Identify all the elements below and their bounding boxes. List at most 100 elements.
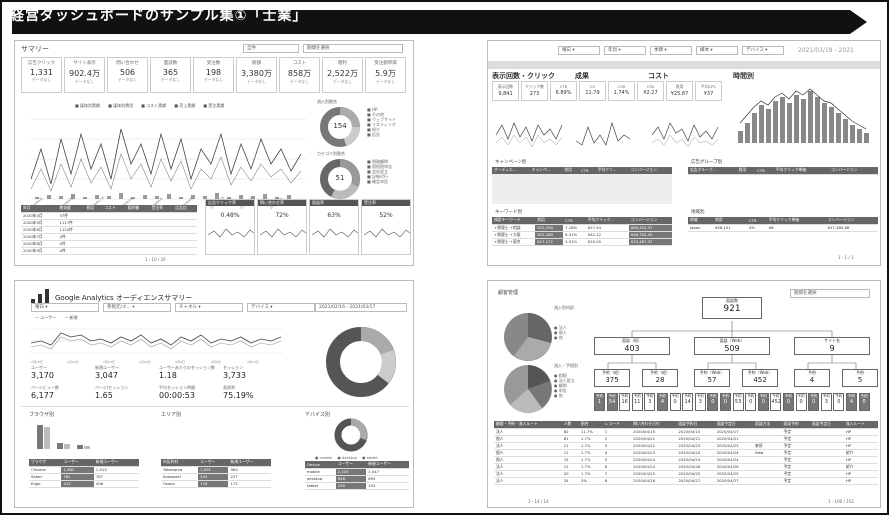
table-row[interactable]: Chrome 1,982 1,913 (29, 466, 139, 474)
table-header-cell[interactable]: 問い合わせ日付 (631, 421, 677, 429)
table-header-cell[interactable]: 総流量 (57, 205, 85, 213)
table-row[interactable]: 個人 12 1.7% 4 2020/04/23 2020/04/24 2020/04/24 W… (494, 449, 878, 457)
table-header-cell[interactable]: 検索キーワード (492, 217, 536, 225)
table-header-cell[interactable]: 顧客・予約・流入ルート (494, 421, 562, 429)
table-header-cell[interactable]: 面談方法 (753, 421, 782, 429)
p4-filter-date[interactable]: 期間を選択 (790, 289, 870, 298)
table-header-cell[interactable]: 市区町村 (161, 459, 199, 467)
table-row[interactable]: 個人 15 1.7% 5 2020/04/24 2020/04/24 2020/04/24 予… (494, 456, 878, 464)
table-row[interactable]: 法人 34 3% 8 2020/04/26 2020/04/27 2020/04/27 予定 H… (494, 477, 878, 485)
p1-filter-all[interactable]: 全件 (243, 44, 299, 53)
p1-filter-date[interactable]: 期間を選択 (303, 44, 403, 53)
table-row[interactable]: Edge 412 406 (29, 480, 139, 488)
table-row[interactable]: +税理士 +大阪 ¥22,280 8.31% ¥42.12 ¥48,702.45 (492, 231, 672, 239)
kpi-card-value: 365 (162, 68, 179, 77)
table-row[interactable]: 2020年4月 37件 (21, 212, 197, 220)
table-row[interactable]: +税理士 +相談 ¥22,230 7.18% ¥27.44 ¥85,452.37 (492, 224, 672, 232)
table-row[interactable]: 法人 20 1.7% 7 2020/04/25 2020/04/25 2020/04/25 予… (494, 470, 878, 478)
table-row[interactable]: 法人 12 1.7% 6 2020/04/24 2020/04/26 2020/04/26 予… (494, 463, 878, 471)
table-header-cell[interactable]: 費用 (736, 167, 756, 175)
table-header-cell[interactable]: 費用 (562, 167, 579, 175)
table-header-cell[interactable]: 地域 (688, 217, 714, 225)
table-row[interactable]: Yokohama 1,001 964 (161, 466, 271, 474)
table-header-cell[interactable]: ユーザー (198, 459, 229, 467)
p2-filter[interactable]: 季節 ▾ (650, 46, 692, 55)
p2-filter[interactable]: 曜日 ▾ (558, 46, 600, 55)
rate-subpanel-title: 問い合わせ率 (258, 200, 306, 206)
table-row[interactable]: Kawasaki 243 237 (161, 473, 271, 481)
table-header-cell[interactable]: 平均クリック単価 (773, 167, 829, 175)
table-header-cell[interactable]: 新規ユーザー (93, 459, 139, 467)
table-header-cell[interactable]: 平均クリック... (585, 217, 629, 225)
p3-filter[interactable]: 曜日 ▾ (31, 303, 99, 312)
table-row[interactable]: +税理士 +東京 ¥17,172 4.51% ¥25.00 ¥23,487.37 (492, 238, 672, 246)
p1-pager[interactable]: 1 - 10 / 20 (145, 257, 166, 262)
table-header-cell[interactable]: ユーザー (61, 459, 94, 467)
table-header-cell[interactable]: ブラウザ (29, 459, 62, 467)
table-cell: 3% (578, 477, 603, 485)
table-header-cell[interactable]: 新規ユーザー (366, 461, 409, 469)
table-cell: 2020/04/17 (714, 428, 754, 436)
table-header-cell[interactable]: コンバージョン (628, 167, 672, 175)
p3-filter[interactable]: デバイス ▾ (247, 303, 315, 312)
table-header-cell[interactable]: 新規ユーザー (228, 459, 271, 467)
table-header-cell[interactable]: CTR (563, 217, 586, 225)
table-header-cell[interactable]: 面談予定日 (714, 421, 754, 429)
table-row[interactable]: 2020年7月 4件 (21, 233, 197, 241)
table-header-cell[interactable]: 面談予約 (781, 421, 810, 429)
table-header-cell[interactable]: 年月 (21, 205, 58, 213)
table-header-cell[interactable]: CTR (578, 167, 596, 175)
kpi-card-sub: データなし (75, 79, 94, 84)
p3-date-filter[interactable]: 2021/02/16 - 2021/03/17 (315, 303, 407, 312)
table-row[interactable]: 2020年6月 1120件 (21, 226, 197, 234)
table-header-cell[interactable]: ユーザー (335, 461, 367, 469)
table-header-cell[interactable]: 面談予定日 (809, 421, 844, 429)
table-header-cell[interactable]: 粗利額 (125, 205, 150, 213)
table-header-cell[interactable]: 費用 (535, 217, 564, 225)
p2-filter[interactable]: デバイス ▾ (742, 46, 784, 55)
table-header-cell[interactable]: CTR (755, 167, 774, 175)
table-header-cell[interactable]: 受注率 (149, 205, 174, 213)
table-row[interactable]: 個人 81 1.7% 2 2020/04/21 2020/04/21 2020/04/21 予… (494, 435, 878, 443)
p4-pager-left[interactable]: 1 - 14 / 14 (528, 499, 549, 504)
p3-filter[interactable]: チャネル ▾ (175, 303, 243, 312)
table-header-cell[interactable]: コスト (102, 205, 126, 213)
table-header-cell[interactable]: 人数 (561, 421, 579, 429)
table-header-cell[interactable]: 広告比 (173, 205, 197, 213)
table-row[interactable]: Osaka 176 172 (161, 480, 271, 488)
table-header-cell[interactable]: CTR (746, 217, 767, 225)
table-header-cell[interactable]: キャンペ... (529, 167, 563, 175)
table-header-cell[interactable]: 流入ルート (843, 421, 878, 429)
table-header-cell[interactable]: レコード (602, 421, 632, 429)
p3-filter[interactable]: 参照元/メ... ▾ (103, 303, 171, 312)
p4-pager-right[interactable]: 1 - 100 / 353 (828, 499, 854, 504)
table-header-cell[interactable]: 広告グループ... (688, 167, 737, 175)
table-header-cell[interactable]: 割合 (578, 421, 603, 429)
table-header-cell[interactable]: オーディエ... (492, 167, 530, 175)
table-row[interactable]: 法人 21 1.7% 3 2020/04/22 2020/04/23 2020/04/23 来… (494, 442, 878, 450)
p2-filter[interactable]: 年別 ▾ (604, 46, 646, 55)
table-row[interactable]: 2020年9月 4件 (21, 247, 197, 255)
table-header-cell[interactable]: 面談予約日 (676, 421, 715, 429)
table-header-cell[interactable]: Device (305, 461, 336, 469)
p2-filter[interactable]: 媒体 ▾ (696, 46, 738, 55)
analytics-title: Google Analytics オーディエンスサマリー (55, 294, 193, 302)
table-row[interactable]: mobile 2,103 2,047 (305, 468, 409, 476)
table-row[interactable]: tablet 109 105 (305, 482, 409, 490)
p3-metric-value: 3,047 (95, 371, 118, 380)
p2-pager[interactable]: 1 - 1 / 1 (838, 255, 854, 260)
table-row[interactable]: desktop 958 895 (305, 475, 409, 483)
table-header-cell[interactable]: 費用 (84, 205, 103, 213)
table-header-cell[interactable]: 平均クリック単価 (766, 217, 826, 225)
table-row[interactable]: 法人 82 11.7% 1 2020/04/15 2020/04/15 2020/04/17… (494, 428, 878, 436)
table-header-cell[interactable]: コンバージョン (628, 217, 672, 225)
table-header-cell[interactable]: 費用 (713, 217, 747, 225)
table-row[interactable]: 2020年5月 1117件 (21, 219, 197, 227)
table-header-cell[interactable]: コンバージョン (825, 217, 878, 225)
table-header-cell[interactable]: 平均クリ... (595, 167, 629, 175)
table-row[interactable]: Japan ¥56,101 4% ¥6 ¥27,485.88 (688, 224, 878, 232)
table-header-cell[interactable]: コンバージョン (828, 167, 878, 175)
table-row[interactable]: 2020年8月 4件 (21, 240, 197, 248)
p2-date[interactable]: 2021/03/18 - 2021 (798, 47, 854, 54)
table-row[interactable]: Safari 781 767 (29, 473, 139, 481)
